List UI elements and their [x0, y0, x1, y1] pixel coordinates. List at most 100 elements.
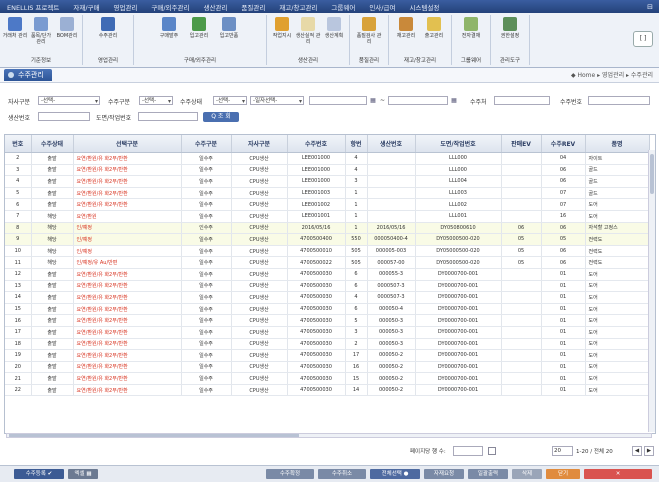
table-row[interactable]: 2 출발 요연/환원/유 화2부/반환 일수주 CPU생산 LEE001000 4 LLL00…: [5, 152, 650, 165]
table-row[interactable]: 3 출발 요연/환원/유 화2부/반환 일수주 CPU생산 LEE001000 4 LLL00…: [5, 164, 650, 177]
ribbon-btn-permission[interactable]: 권한설정: [497, 17, 523, 39]
ribbon-btn-receipt[interactable]: 입고관리: [186, 17, 212, 39]
table-row[interactable]: 11 해당 인/예정/유 Au/반편 일수주 CPU생산 4700500022 505 000…: [5, 256, 650, 269]
ribbon-btn-purchase-order[interactable]: 구매발주: [156, 17, 182, 39]
table-row[interactable]: 14 출발 요연/환원/유 화2부/반환 일수주 CPU생산 4700500030 4 000…: [5, 291, 650, 304]
ribbon-btn-bom[interactable]: BOM관리: [54, 17, 80, 39]
menu-item-quality[interactable]: 품질관리: [234, 2, 272, 12]
ribbon-btn-production-result[interactable]: 생산실적 관리: [295, 17, 321, 45]
ribbon-btn-shipment[interactable]: 출고관리: [421, 17, 447, 39]
table-row[interactable]: 13 출발 요연/환원/유 화2부/반환 일수주 CPU생산 4700500030 6 000…: [5, 280, 650, 293]
page-prev-button[interactable]: ◀: [632, 446, 642, 456]
filter-select-company[interactable]: -선택-: [38, 96, 100, 106]
ribbon-btn-client[interactable]: 거래처 관리: [2, 17, 28, 39]
filter-input-order-no[interactable]: [588, 96, 650, 105]
table-row[interactable]: 20 출발 요연/환원/유 화2부/반환 일수주 CPU생산 4700500030 16 00…: [5, 361, 650, 374]
table-row[interactable]: 9 해당 인/예정 일수주 CPU생산 4700500400 550 000050400-4 D…: [5, 233, 650, 246]
table-row[interactable]: 12 출발 요연/환원/유 화2부/반환 일수주 CPU생산 4700500030 6 000…: [5, 268, 650, 281]
table-row[interactable]: 15 출발 요연/환원/유 화2부/반환 일수주 CPU생산 4700500030 6 000…: [5, 303, 650, 316]
column-header[interactable]: 판매EV: [501, 135, 542, 153]
table-cell: 4700500400: [287, 233, 346, 246]
column-header[interactable]: 생산번호: [367, 135, 416, 153]
register-order-button[interactable]: 수주등록 ✔: [14, 469, 64, 479]
filter-input-production-no[interactable]: [38, 112, 90, 121]
column-header[interactable]: 자사구분: [231, 135, 288, 153]
table-cell: DY0000700-001: [415, 291, 502, 304]
ribbon-btn-return[interactable]: 입고반품: [216, 17, 242, 39]
table-row[interactable]: 10 해당 인/예정 일수주 CPU생산 4700500010 505 000005-003 D…: [5, 245, 650, 258]
menu-item-project[interactable]: ENELLIS 프로젝트: [0, 2, 66, 12]
table-row[interactable]: 7 해당 요연/환원 일수주 CPU생산 LEE001001 1 LLL001 16 도어: [5, 210, 650, 223]
table-row[interactable]: 6 출발 요연/환원/유 화2부/반환 일수주 CPU생산 LEE001002 1 LLL00…: [5, 198, 650, 211]
table-row[interactable]: 16 출발 요연/환원/유 화2부/반환 일수주 CPU생산 4700500030 5 000…: [5, 314, 650, 327]
ribbon-btn-quality-check[interactable]: 품질검사 관리: [356, 17, 382, 45]
menu-item-production[interactable]: 생산관리: [196, 2, 234, 12]
column-header[interactable]: 도면/작업번호: [415, 135, 502, 153]
calendar-icon[interactable]: ▦: [450, 97, 458, 105]
table-cell: 05: [501, 256, 542, 269]
vertical-scrollbar[interactable]: [648, 150, 655, 432]
close-icon-button[interactable]: ✕: [584, 469, 652, 479]
window-controls-icon[interactable]: ⊟: [647, 3, 659, 11]
filter-input-client[interactable]: [494, 96, 550, 105]
scrollbar-thumb[interactable]: [9, 434, 299, 437]
cancel-order-button[interactable]: 수주취소: [318, 469, 366, 479]
ribbon-btn-item[interactable]: 품목/단가 관리: [28, 17, 54, 45]
horizontal-scrollbar[interactable]: [6, 433, 652, 438]
tab-order-management[interactable]: 수주관리: [4, 69, 52, 81]
filter-select-date-type[interactable]: -일자선택-: [250, 96, 304, 106]
rows-per-page-input[interactable]: [453, 446, 483, 456]
table-row[interactable]: 8 해당 인/예정 인수주 CPU생산 2016/05/16 1 2016/05/16 DY05…: [5, 222, 650, 235]
select-all-button[interactable]: 전체선택 ●: [370, 469, 420, 479]
menu-item-purchase[interactable]: 구매/외주관리: [144, 2, 196, 12]
filter-input-drawing-no[interactable]: [138, 112, 198, 121]
ribbon-btn-approval[interactable]: 전자결재: [458, 17, 484, 39]
table-row[interactable]: 4 출발 요연/환원/유 화2부/반환 일수주 CPU생산 LEE001000 3 LLL00…: [5, 175, 650, 188]
page-next-button[interactable]: ▶: [644, 446, 654, 456]
ribbon-btn-work-order[interactable]: 작업지시: [269, 17, 295, 39]
filter-select-order-type[interactable]: -선택-: [139, 96, 173, 106]
ribbon-btn-stock[interactable]: 재고관리: [393, 17, 419, 39]
column-header[interactable]: 번호: [5, 135, 32, 153]
table-row[interactable]: 19 출발 요연/환원/유 화2부/반환 일수주 CPU생산 4700500030 17 00…: [5, 349, 650, 362]
column-header[interactable]: 품명: [585, 135, 650, 153]
ribbon-btn-production-plan[interactable]: 생산계획: [321, 17, 347, 39]
table-row[interactable]: 21 출발 요연/환원/유 화2부/반환 일수주 CPU생산 4700500030 15 00…: [5, 372, 650, 385]
ribbon-btn-order[interactable]: 수주관리: [95, 17, 121, 39]
menu-item-sales[interactable]: 영업관리: [106, 2, 144, 12]
table-row[interactable]: 18 출발 요연/환원/유 화2부/반환 일수주 CPU생산 4700500030 2 000…: [5, 338, 650, 351]
excel-button[interactable]: 엑셀 ▦: [68, 469, 98, 479]
table-cell: 4700500030: [287, 303, 346, 316]
table-cell: 일수주: [181, 198, 232, 211]
close-button[interactable]: 닫기: [546, 469, 580, 479]
table-row[interactable]: 22 출발 요연/환원/유 화2부/반환 일수주 CPU생산 4700500030 14 00…: [5, 384, 650, 397]
menu-item-inventory[interactable]: 재고/창고관리: [272, 2, 324, 12]
filter-date-from[interactable]: [309, 96, 367, 105]
search-button[interactable]: Q 조 회: [203, 112, 239, 122]
page-size-select[interactable]: 20: [552, 446, 573, 456]
menu-item-system[interactable]: 시스템설정: [402, 2, 446, 12]
calendar-icon[interactable]: ▦: [369, 97, 377, 105]
column-header[interactable]: 수주구분: [181, 135, 232, 153]
delete-button[interactable]: 삭제: [512, 469, 542, 479]
filter-select-order-status[interactable]: -선택-: [213, 96, 247, 106]
menu-item-material[interactable]: 자재/구매: [66, 2, 106, 12]
scrollbar-thumb[interactable]: [650, 154, 654, 194]
column-header[interactable]: 선택구분: [73, 135, 182, 153]
table-row[interactable]: 5 출발 요연/환원/유 화2부/반환 일수주 CPU생산 LEE001003 1 LLL00…: [5, 187, 650, 200]
table-cell: [501, 326, 542, 339]
column-header[interactable]: 수주REV: [541, 135, 586, 153]
menu-item-hr[interactable]: 인사/급여: [362, 2, 402, 12]
filter-date-to[interactable]: [388, 96, 448, 105]
batch-print-button[interactable]: 일괄출력: [468, 469, 508, 479]
confirm-order-button[interactable]: 수주확정: [266, 469, 314, 479]
column-header[interactable]: 수주번호: [287, 135, 346, 153]
material-request-button[interactable]: 자재요청: [424, 469, 464, 479]
table-cell: 06: [541, 256, 586, 269]
column-header[interactable]: 수주상태: [31, 135, 74, 153]
ribbon-expand-button[interactable]: [ ]: [633, 31, 653, 47]
menu-item-groupware[interactable]: 그룹웨어: [324, 2, 362, 12]
page-checkbox[interactable]: [488, 447, 496, 455]
column-header[interactable]: 항번: [345, 135, 368, 153]
table-row[interactable]: 17 출발 요연/환원/유 화2부/반환 일수주 CPU생산 4700500030 3 000…: [5, 326, 650, 339]
